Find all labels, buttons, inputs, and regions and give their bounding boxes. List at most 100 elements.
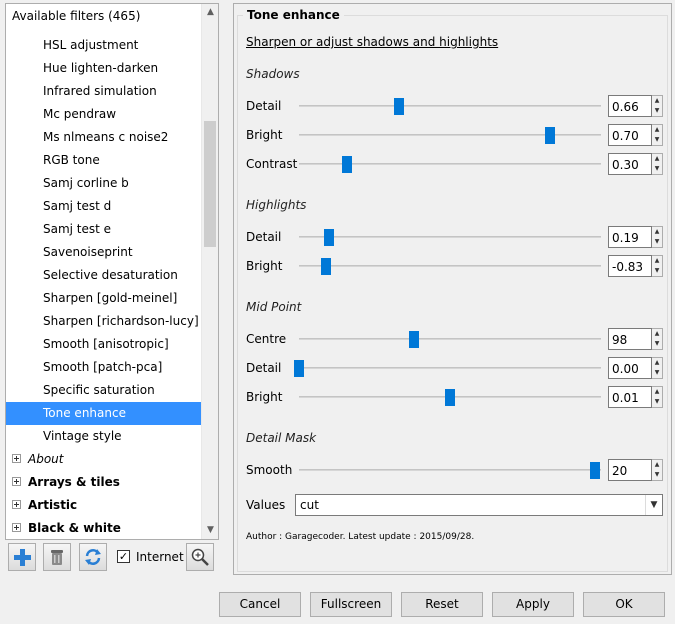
param-spinbox[interactable]: 20 (608, 459, 652, 481)
spin-down-icon[interactable]: ▼ (652, 397, 662, 407)
cancel-button[interactable]: Cancel (219, 592, 301, 617)
internet-checkbox[interactable]: ✓ (117, 550, 130, 563)
param-row: Contrast 0.30 ▲ ▼ (246, 153, 666, 177)
remove-favorite-button[interactable] (43, 543, 71, 571)
filter-list-scrollbar[interactable]: ▲ ▼ (201, 4, 218, 539)
spin-up-icon[interactable]: ▲ (652, 154, 662, 164)
spin-down-icon[interactable]: ▼ (652, 470, 662, 480)
param-spinbox[interactable]: 0.01 (608, 386, 652, 408)
category-item[interactable]: Arrays & tiles (6, 471, 202, 494)
param-value: 0.30 (612, 158, 639, 172)
param-slider[interactable] (299, 258, 601, 275)
chevron-down-icon[interactable]: ▼ (645, 495, 662, 515)
filter-settings-panel: Tone enhance Sharpen or adjust shadows a… (233, 3, 672, 575)
spin-buttons: ▲ ▼ (652, 328, 663, 350)
scroll-down-icon[interactable]: ▼ (202, 522, 218, 539)
spin-up-icon[interactable]: ▲ (652, 387, 662, 397)
slider-thumb[interactable] (324, 229, 335, 246)
spin-buttons: ▲ ▼ (652, 357, 663, 379)
expand-icon[interactable] (12, 454, 21, 463)
filter-item[interactable]: RGB tone (6, 149, 202, 172)
filter-item[interactable]: Selective desaturation (6, 264, 202, 287)
slider-thumb[interactable] (294, 360, 304, 377)
ok-button[interactable]: OK (583, 592, 665, 617)
spin-down-icon[interactable]: ▼ (652, 368, 662, 378)
filter-item[interactable]: Vintage style (6, 425, 202, 448)
spin-down-icon[interactable]: ▼ (652, 266, 662, 276)
param-slider[interactable] (299, 389, 601, 406)
spin-up-icon[interactable]: ▲ (652, 125, 662, 135)
filter-item-label: Specific saturation (43, 383, 155, 397)
filter-item[interactable]: Smooth [patch-pca] (6, 356, 202, 379)
fullscreen-button[interactable]: Fullscreen (310, 592, 392, 617)
add-favorite-button[interactable] (8, 543, 36, 571)
zoom-button[interactable] (186, 543, 214, 571)
refresh-button[interactable] (79, 543, 107, 571)
expand-icon[interactable] (12, 500, 21, 509)
filter-item[interactable]: HSL adjustment (6, 34, 202, 57)
spin-up-icon[interactable]: ▲ (652, 227, 662, 237)
values-select[interactable]: cut ▼ (295, 494, 663, 516)
filter-item[interactable]: Samj test d (6, 195, 202, 218)
spin-down-icon[interactable]: ▼ (652, 237, 662, 247)
param-spinbox[interactable]: 0.70 (608, 124, 652, 146)
filter-item[interactable]: Ms nlmeans c noise2 (6, 126, 202, 149)
section-title: Detail Mask (246, 431, 317, 445)
param-spinbox[interactable]: 0.30 (608, 153, 652, 175)
param-slider[interactable] (299, 462, 601, 479)
param-spinbox[interactable]: 0.66 (608, 95, 652, 117)
slider-thumb[interactable] (321, 258, 332, 275)
spin-down-icon[interactable]: ▼ (652, 135, 662, 145)
category-item[interactable]: Artistic (6, 494, 202, 517)
param-slider[interactable] (299, 156, 601, 173)
param-spinbox[interactable]: 98 (608, 328, 652, 350)
spin-up-icon[interactable]: ▲ (652, 96, 662, 106)
spin-up-icon[interactable]: ▲ (652, 460, 662, 470)
param-slider[interactable] (299, 331, 601, 348)
param-spinbox[interactable]: 0.19 (608, 226, 652, 248)
filter-item[interactable]: Specific saturation (6, 379, 202, 402)
param-spinbox[interactable]: 0.00 (608, 357, 652, 379)
section-title: Mid Point (246, 300, 302, 314)
filter-item[interactable]: Samj corline b (6, 172, 202, 195)
param-slider[interactable] (299, 98, 601, 115)
spin-up-icon[interactable]: ▲ (652, 329, 662, 339)
filter-item[interactable]: Savenoiseprint (6, 241, 202, 264)
filter-item[interactable]: Samj test e (6, 218, 202, 241)
filter-item[interactable]: Mc pendraw (6, 103, 202, 126)
filter-item[interactable]: Sharpen [richardson-lucy] (6, 310, 202, 333)
param-slider[interactable] (294, 360, 601, 377)
slider-thumb[interactable] (589, 462, 600, 479)
filter-item[interactable]: Infrared simulation (6, 80, 202, 103)
slider-thumb[interactable] (408, 331, 419, 348)
param-spinbox[interactable]: -0.83 (608, 255, 652, 277)
filter-item[interactable]: Hue lighten-darken (6, 57, 202, 80)
scroll-thumb[interactable] (204, 121, 216, 247)
spin-up-icon[interactable]: ▲ (652, 358, 662, 368)
filter-item-label: Arrays & tiles (28, 475, 120, 489)
slider-thumb[interactable] (393, 98, 404, 115)
filter-item[interactable]: Smooth [anisotropic] (6, 333, 202, 356)
filter-item[interactable]: Sharpen [gold-meinel] (6, 287, 202, 310)
param-label: Detail (246, 99, 282, 113)
filter-item[interactable]: Tone enhance (6, 402, 202, 425)
apply-button[interactable]: Apply (492, 592, 574, 617)
filter-item-label: Samj corline b (43, 176, 129, 190)
reset-button[interactable]: Reset (401, 592, 483, 617)
spin-down-icon[interactable]: ▼ (652, 106, 662, 116)
spin-up-icon[interactable]: ▲ (652, 256, 662, 266)
slider-thumb[interactable] (445, 389, 455, 406)
scroll-up-icon[interactable]: ▲ (202, 4, 218, 21)
expand-icon[interactable] (12, 523, 21, 532)
param-slider[interactable] (299, 127, 601, 144)
param-label: Centre (246, 332, 287, 346)
category-item[interactable]: Black & white (6, 517, 202, 539)
slider-thumb[interactable] (544, 127, 555, 144)
param-slider[interactable] (299, 229, 601, 246)
expand-icon[interactable] (12, 477, 21, 486)
slider-thumb[interactable] (342, 156, 353, 173)
spin-down-icon[interactable]: ▼ (652, 339, 662, 349)
param-value: 0.01 (612, 391, 639, 405)
category-item[interactable]: About (6, 448, 202, 471)
spin-down-icon[interactable]: ▼ (652, 164, 662, 174)
